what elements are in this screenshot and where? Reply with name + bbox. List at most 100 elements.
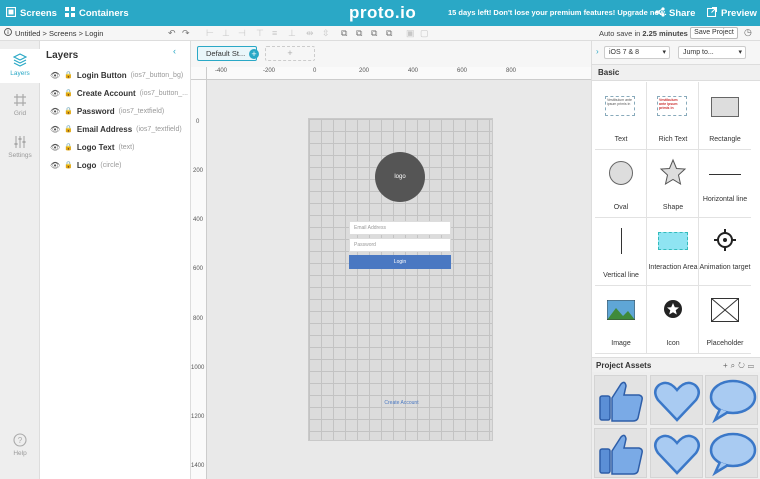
screens-button[interactable]: Screens bbox=[5, 0, 57, 26]
containers-button[interactable]: Containers bbox=[65, 0, 129, 26]
breadcrumb: Untitled > Screens > Login bbox=[4, 28, 103, 38]
align-right-icon[interactable]: ⊣ bbox=[238, 28, 246, 39]
visibility-eye-icon[interactable]: 👁 bbox=[50, 161, 60, 170]
ruler-x-label: 0 bbox=[313, 68, 317, 74]
group-icon[interactable]: ▣ bbox=[406, 28, 415, 39]
layer-row[interactable]: 👁 🔒 Email Address (ios7_textfield) bbox=[50, 123, 182, 135]
align-left-icon[interactable]: ⊢ bbox=[206, 28, 214, 39]
refresh-icon[interactable]: ↻ bbox=[738, 361, 748, 370]
folder-icon[interactable]: ▭ bbox=[748, 361, 757, 370]
bring-front-icon[interactable]: ⧉ bbox=[341, 28, 347, 39]
lock-icon[interactable]: 🔒 bbox=[64, 161, 73, 169]
create-account-link[interactable]: Create Account bbox=[309, 400, 494, 406]
breadcrumb-path[interactable]: Untitled > Screens > Login bbox=[15, 29, 103, 38]
state-tab-default[interactable]: Default St... bbox=[197, 46, 257, 61]
placeholder-icon bbox=[711, 298, 739, 322]
device-select[interactable]: iOS 7 & 8 ▾ bbox=[604, 46, 670, 59]
widget-image[interactable]: Image bbox=[595, 286, 647, 354]
layer-row[interactable]: 👁 🔒 Password (ios7_textfield) bbox=[50, 105, 164, 117]
jump-to-select[interactable]: Jump to... ▾ bbox=[678, 46, 746, 59]
layer-row[interactable]: 👁 🔒 Create Account (ios7_button_... bbox=[50, 87, 188, 99]
redo-icon[interactable]: ↷ bbox=[182, 28, 190, 39]
rail-grid[interactable]: Grid bbox=[0, 93, 40, 117]
align-middle-icon[interactable]: ≡ bbox=[272, 28, 277, 38]
widget-rich-text[interactable]: Vestibulum ante ipsum primis in Rich Tex… bbox=[647, 82, 699, 150]
containers-icon bbox=[65, 6, 75, 20]
rail-layers[interactable]: Layers bbox=[0, 49, 40, 83]
expand-panel-icon[interactable]: › bbox=[596, 47, 599, 56]
visibility-eye-icon[interactable]: 👁 bbox=[50, 125, 60, 134]
distribute-v-icon[interactable]: ⇳ bbox=[322, 28, 330, 39]
speech-bubble-icon bbox=[709, 432, 757, 477]
share-button[interactable]: Share bbox=[655, 0, 695, 26]
widget-horizontal-line[interactable]: Horizontal line bbox=[699, 150, 751, 218]
widget-interaction-area[interactable]: Interaction Area bbox=[647, 218, 699, 286]
email-field[interactable]: Email Address bbox=[349, 221, 451, 235]
login-button[interactable]: Login bbox=[349, 255, 451, 269]
device-select-value: iOS 7 & 8 bbox=[609, 49, 639, 56]
widget-oval[interactable]: Oval bbox=[595, 150, 647, 218]
external-link-icon bbox=[706, 6, 718, 20]
asset-heart[interactable] bbox=[650, 375, 703, 425]
visibility-eye-icon[interactable]: 👁 bbox=[50, 143, 60, 152]
add-asset-icon[interactable]: + bbox=[723, 361, 731, 370]
add-state-icon[interactable]: + bbox=[249, 49, 259, 59]
save-project-button[interactable]: Save Project bbox=[690, 27, 738, 39]
visibility-eye-icon[interactable]: 👁 bbox=[50, 89, 60, 98]
screen-artboard[interactable]: logo Email Address Password Login Create… bbox=[308, 118, 493, 441]
send-back-icon[interactable]: ⧉ bbox=[386, 28, 392, 39]
ungroup-icon[interactable]: ▢ bbox=[420, 28, 429, 39]
visibility-eye-icon[interactable]: 👁 bbox=[50, 107, 60, 116]
align-top-icon[interactable]: ⊤ bbox=[256, 28, 264, 39]
lock-icon[interactable]: 🔒 bbox=[64, 89, 73, 97]
lock-icon[interactable]: 🔒 bbox=[64, 107, 73, 115]
widget-icon[interactable]: Icon bbox=[647, 286, 699, 354]
widget-animation-target[interactable]: Animation target bbox=[699, 218, 751, 286]
vertical-ruler[interactable]: 0 200 400 600 800 1000 1200 1400 bbox=[191, 80, 207, 479]
lock-icon[interactable]: 🔒 bbox=[64, 125, 73, 133]
horizontal-ruler[interactable]: -400 -200 0 200 400 600 800 bbox=[207, 67, 591, 80]
history-icon[interactable]: ◷ bbox=[744, 27, 752, 38]
distribute-h-icon[interactable]: ⇹ bbox=[306, 28, 314, 39]
widget-rectangle[interactable]: Rectangle bbox=[699, 82, 751, 150]
layer-row[interactable]: 👁 🔒 Login Button (ios7_button_bg) bbox=[50, 69, 183, 81]
align-center-icon[interactable]: ⊥ bbox=[222, 28, 230, 39]
password-field[interactable]: Password bbox=[349, 238, 451, 252]
widget-shape[interactable]: Shape bbox=[647, 150, 699, 218]
bring-forward-icon[interactable]: ⧉ bbox=[356, 28, 362, 39]
collapse-panel-icon[interactable]: ‹ bbox=[173, 46, 176, 56]
rail-settings[interactable]: Settings bbox=[0, 135, 40, 159]
image-icon bbox=[607, 300, 635, 320]
vertical-line-icon bbox=[621, 228, 622, 254]
lock-icon[interactable]: 🔒 bbox=[64, 71, 73, 79]
asset-heart[interactable] bbox=[650, 428, 703, 478]
visibility-eye-icon[interactable]: 👁 bbox=[50, 71, 60, 80]
rail-help-label: Help bbox=[13, 450, 27, 457]
logo-circle[interactable]: logo bbox=[375, 152, 425, 202]
preview-button[interactable]: Preview bbox=[706, 0, 757, 26]
info-icon[interactable] bbox=[4, 28, 12, 38]
layers-panel: Layers ‹ 👁 🔒 Login Button (ios7_button_b… bbox=[40, 41, 191, 479]
crosshair-icon bbox=[714, 229, 736, 251]
lock-icon[interactable]: 🔒 bbox=[64, 143, 73, 151]
asset-speech-bubble[interactable] bbox=[705, 375, 758, 425]
star-icon bbox=[659, 158, 687, 186]
canvas-area[interactable]: Default St... + + -400 -200 0 200 400 60… bbox=[191, 41, 591, 479]
asset-thumbs-up[interactable] bbox=[594, 428, 647, 478]
widget-vertical-line[interactable]: Vertical line bbox=[595, 218, 647, 286]
widget-text[interactable]: Vestibulum ante ipsum primis in Text bbox=[595, 82, 647, 150]
send-backward-icon[interactable]: ⧉ bbox=[371, 28, 377, 39]
align-bottom-icon[interactable]: ⊥ bbox=[288, 28, 296, 39]
layer-row[interactable]: 👁 🔒 Logo (circle) bbox=[50, 159, 121, 171]
heart-icon bbox=[654, 381, 700, 422]
new-state-placeholder[interactable]: + bbox=[265, 46, 315, 61]
rail-help[interactable]: ? Help bbox=[0, 433, 40, 457]
asset-speech-bubble[interactable] bbox=[705, 428, 758, 478]
widget-placeholder[interactable]: Placeholder bbox=[699, 286, 751, 354]
oval-icon bbox=[609, 161, 633, 185]
layer-name: Email Address bbox=[76, 124, 133, 134]
asset-thumbs-up[interactable] bbox=[594, 375, 647, 425]
layer-row[interactable]: 👁 🔒 Logo Text (text) bbox=[50, 141, 134, 153]
upgrade-promo-link[interactable]: 15 days left! Don't lose your premium fe… bbox=[448, 8, 667, 17]
undo-icon[interactable]: ↶ bbox=[168, 28, 176, 39]
